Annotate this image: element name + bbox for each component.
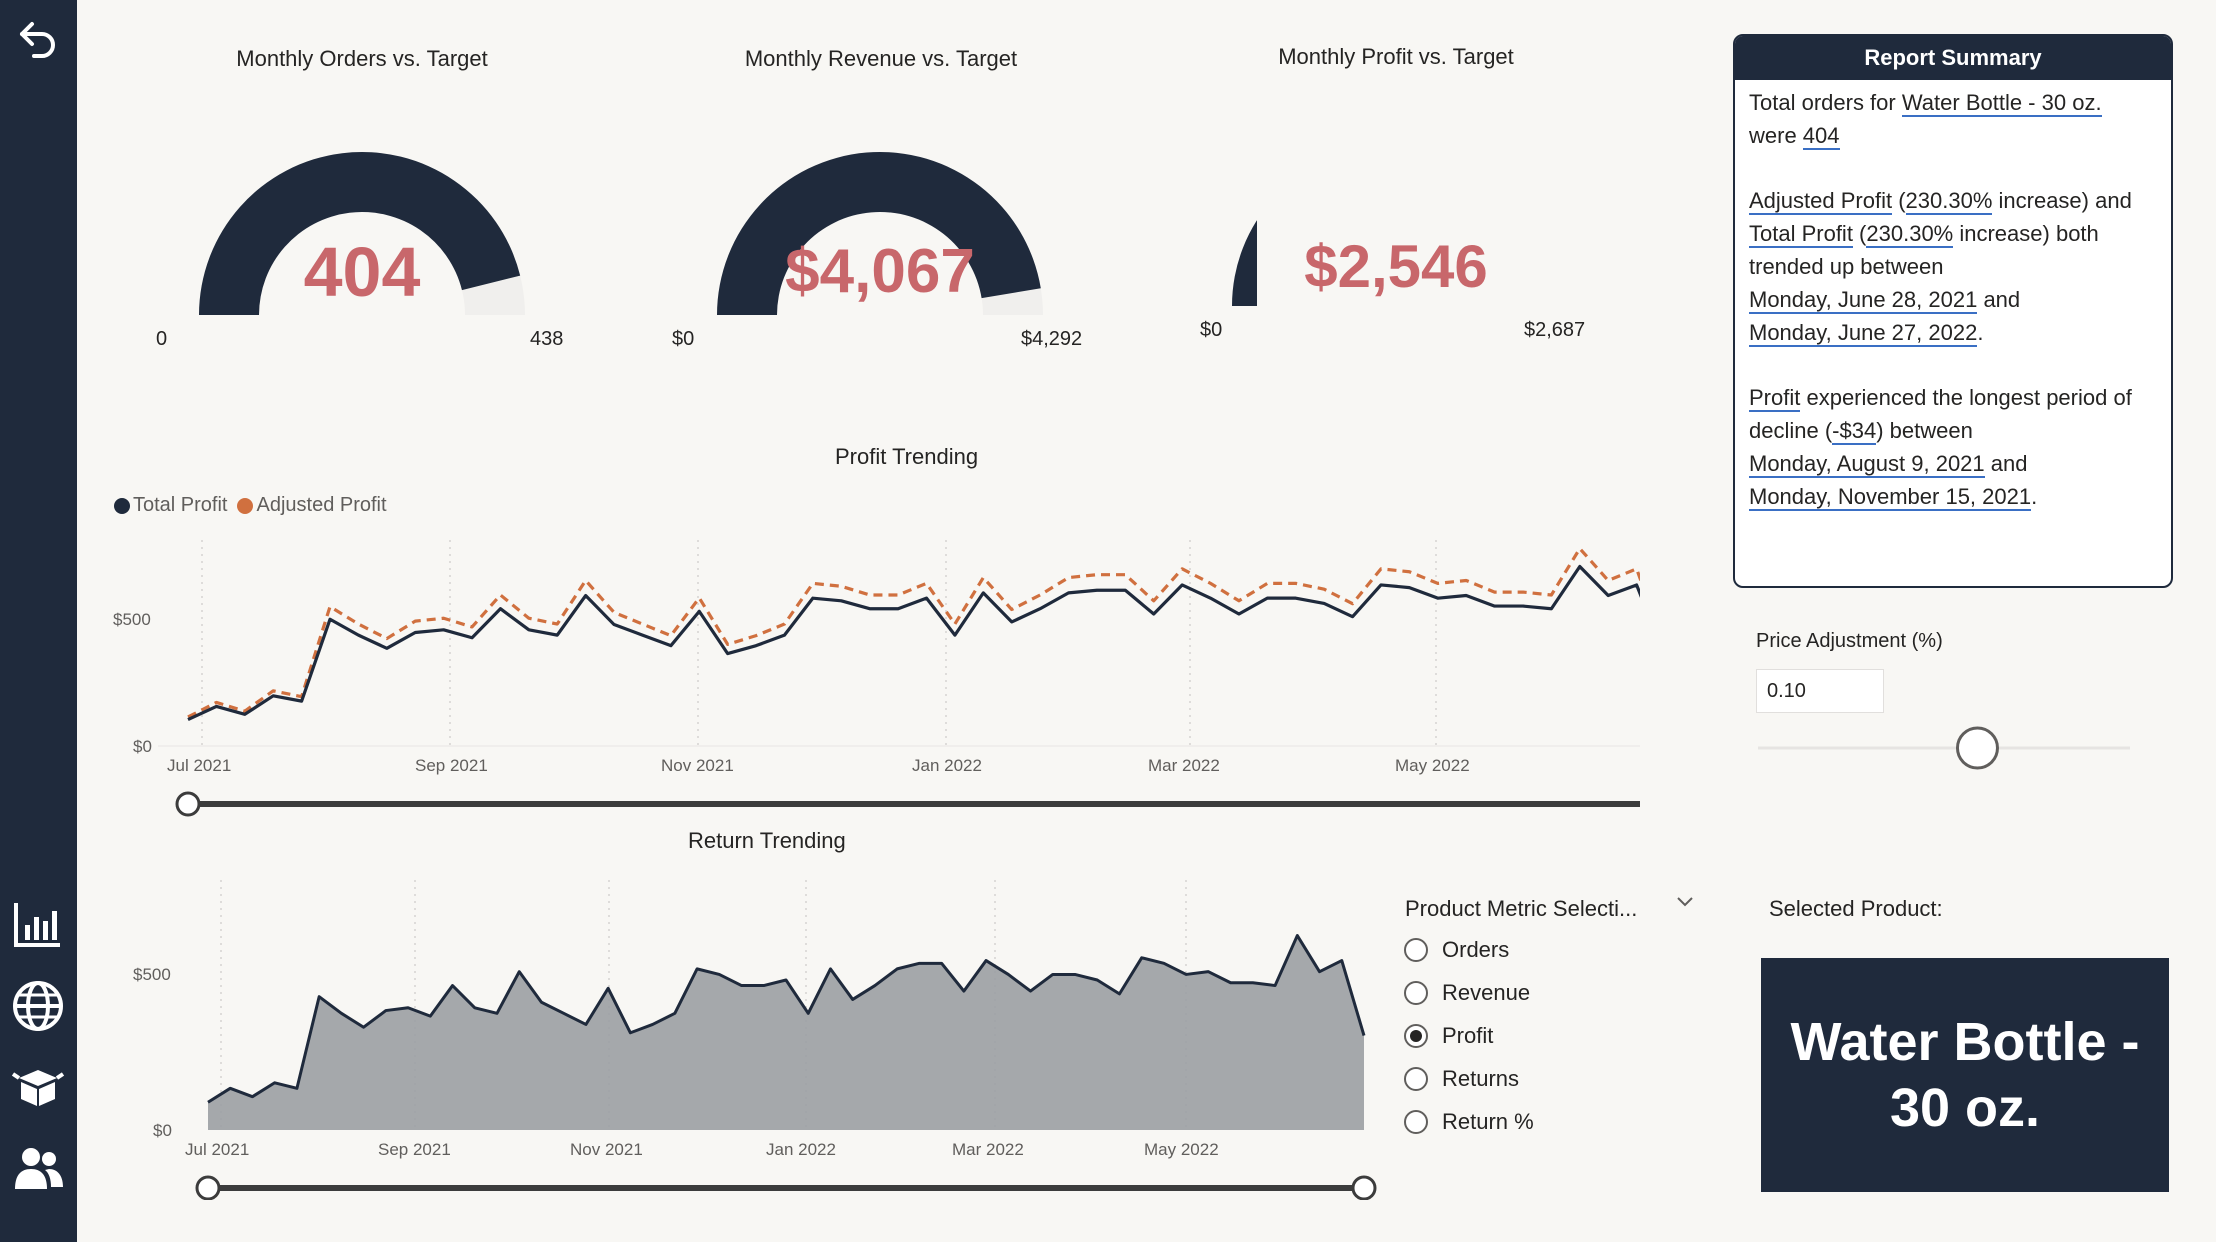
gauge-orders-max: 438	[530, 328, 564, 350]
return-x-tick: Jan 2022	[766, 1140, 836, 1159]
gauge-profit-min: $0	[1200, 319, 1223, 341]
summary-total-profit-link[interactable]: Total Profit	[1749, 221, 1853, 248]
return-chart-title: Return Trending	[688, 828, 846, 853]
return-y-tick-500: $500	[133, 965, 171, 984]
return-date-slider-start-handle[interactable]	[195, 1175, 221, 1200]
radio-button[interactable]	[1404, 1067, 1428, 1091]
profit-date-slider-start-handle[interactable]	[175, 791, 201, 817]
profit-x-tick: Jul 2021	[167, 756, 232, 775]
summary-decline-amount[interactable]: -$34	[1832, 418, 1877, 445]
metric-option-label: Returns	[1442, 1066, 1520, 1091]
price-adjustment-label: Price Adjustment (%)	[1756, 630, 1943, 652]
summary-paragraph-orders: Total orders for Water Bottle - 30 oz. w…	[1749, 86, 2157, 152]
summary-product-link[interactable]: Water Bottle - 30 oz.	[1901, 90, 2102, 117]
metric-option[interactable]: Revenue	[1404, 975, 1530, 1011]
summary-text: Total orders for	[1749, 90, 1902, 115]
profit-x-tick: Sep 2021	[415, 756, 488, 775]
gauge-orders-value: 404	[303, 233, 421, 311]
profit-x-tick: May 2022	[1395, 756, 1470, 775]
adjusted-profit-line	[187, 546, 1640, 719]
report-summary-title: Report Summary	[1735, 36, 2171, 80]
summary-text: increase) and	[1992, 188, 2132, 213]
gauge-revenue-value: $4,067	[785, 237, 975, 306]
price-adjustment-slider[interactable]	[1752, 718, 2132, 778]
report-summary-body: Total orders for Water Bottle - 30 oz. w…	[1735, 80, 2171, 551]
summary-text: .	[2031, 484, 2038, 509]
summary-decline-end[interactable]: Monday, November 15, 2021	[1749, 484, 2032, 511]
return-x-tick: May 2022	[1144, 1140, 1219, 1159]
metric-option-label: Orders	[1442, 937, 1510, 962]
profit-trend-chart	[158, 540, 1640, 817]
price-adjustment-input[interactable]	[1756, 669, 1884, 713]
summary-text: (	[1852, 221, 1867, 246]
metric-selection-label: Product Metric Selecti...	[1405, 896, 1638, 921]
summary-profit-link[interactable]: Profit	[1749, 385, 1801, 412]
summary-text: .	[1977, 320, 1984, 345]
return-date-slider-end-handle[interactable]	[1351, 1175, 1377, 1200]
radio-button[interactable]	[1404, 981, 1428, 1005]
chevron-down-icon[interactable]	[1674, 890, 1696, 917]
return-x-tick: Mar 2022	[952, 1140, 1024, 1159]
radio-button[interactable]	[1404, 1024, 1428, 1048]
profit-x-tick: Nov 2021	[661, 756, 734, 775]
gauge-profit-value: $2,546	[1304, 233, 1488, 300]
selected-product-line2: 30 oz.	[1889, 1078, 2041, 1138]
profit-y-tick-0: $0	[133, 737, 152, 756]
return-x-tick: Jul 2021	[185, 1140, 250, 1159]
radio-button[interactable]	[1404, 1110, 1428, 1134]
gauge-profit-max: $2,687	[1524, 319, 1586, 341]
metric-option[interactable]: Returns	[1404, 1061, 1519, 1097]
profit-x-tick: Mar 2022	[1148, 756, 1220, 775]
profit-y-tick-500: $500	[113, 610, 151, 629]
summary-pct-total[interactable]: 230.30%	[1866, 221, 1954, 248]
selected-product-line1: Water Bottle -	[1790, 1012, 2140, 1072]
metric-option[interactable]: Orders	[1404, 932, 1509, 968]
summary-order-count[interactable]: 404	[1802, 123, 1840, 150]
summary-text: (	[1892, 188, 1906, 213]
return-y-tick-0: $0	[153, 1121, 172, 1140]
report-page: Monthly Orders vs. Target Monthly Revenu…	[0, 0, 2216, 1242]
summary-text: trended up between	[1749, 254, 1944, 279]
summary-end-date[interactable]: Monday, June 27, 2022	[1749, 320, 1978, 347]
metric-option-label: Revenue	[1442, 980, 1531, 1005]
back-arrow-icon[interactable]	[6, 8, 70, 68]
summary-adjusted-profit-link[interactable]: Adjusted Profit	[1749, 188, 1893, 215]
gauges-group	[199, 152, 1257, 315]
summary-text: experienced the longest period of	[1800, 385, 2132, 410]
summary-decline-start[interactable]: Monday, August 9, 2021	[1749, 451, 1985, 478]
summary-text: increase) both	[1953, 221, 2099, 246]
summary-text: and	[1977, 287, 2021, 312]
selected-product-card: Water Bottle - 30 oz.	[1761, 958, 2169, 1192]
summary-start-date[interactable]: Monday, June 28, 2021	[1749, 287, 1978, 314]
summary-text: decline (	[1749, 418, 1833, 443]
return-area	[208, 935, 1364, 1130]
gauge-revenue-min: $0	[672, 328, 695, 350]
radio-button[interactable]	[1404, 938, 1428, 962]
price-slider-handle[interactable]	[1955, 726, 1999, 770]
return-x-tick: Sep 2021	[378, 1140, 451, 1159]
total-profit-line	[187, 564, 1640, 722]
gauge-revenue-max: $4,292	[1021, 328, 1083, 350]
report-summary-card: Report Summary Total orders for Water Bo…	[1733, 34, 2173, 588]
metric-option[interactable]: Return %	[1404, 1104, 1534, 1140]
return-x-tick: Nov 2021	[570, 1140, 643, 1159]
metric-option[interactable]: Profit	[1404, 1018, 1493, 1054]
metric-option-label: Profit	[1442, 1023, 1494, 1048]
summary-paragraph-decline: Profit experienced the longest period of…	[1749, 381, 2157, 513]
profit-chart-title: Profit Trending	[835, 444, 979, 469]
summary-text: ) between	[1876, 418, 1973, 443]
summary-paragraph-trend: Adjusted Profit (230.30% increase) and T…	[1749, 184, 2157, 349]
summary-text: and	[1984, 451, 2028, 476]
selected-product-label: Selected Product:	[1769, 896, 1943, 921]
summary-pct-adjusted[interactable]: 230.30%	[1905, 188, 1993, 215]
metric-option-label: Return %	[1442, 1109, 1534, 1134]
summary-text: were	[1749, 123, 1803, 148]
gauge-fill	[1232, 220, 1257, 306]
gauge-orders-min: 0	[156, 328, 168, 350]
profit-x-tick: Jan 2022	[912, 756, 982, 775]
